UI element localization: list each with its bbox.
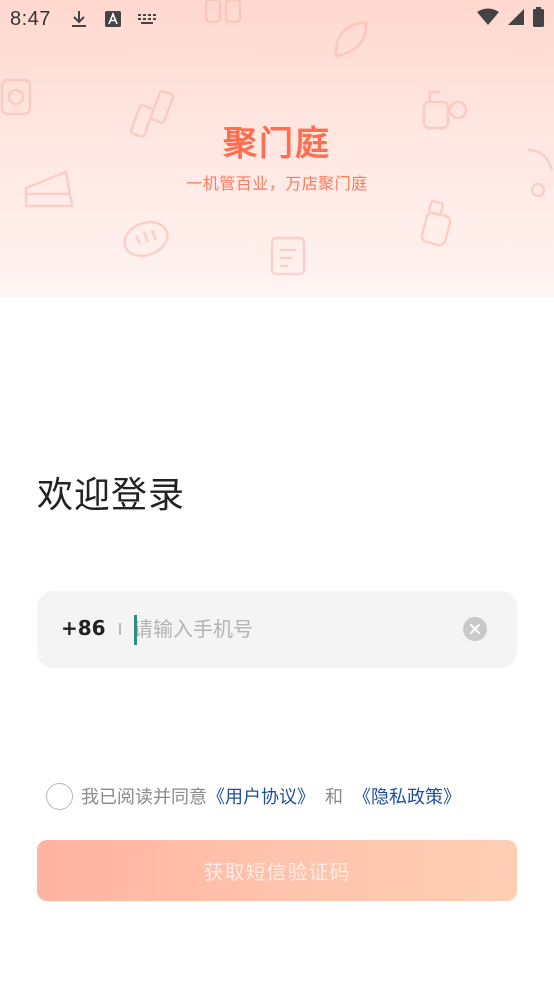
status-bar: 8:47 (0, 0, 554, 38)
wifi-icon (476, 7, 500, 27)
text-caret (134, 615, 137, 645)
brand-title: 聚门庭 (223, 124, 331, 164)
close-icon (470, 624, 480, 634)
phone-input[interactable] (133, 611, 443, 647)
bottle-icon (420, 199, 452, 247)
agree-prefix: 我已阅读并同意 (81, 787, 207, 808)
signal-icon (506, 7, 526, 27)
welcome-title: 欢迎登录 (37, 475, 186, 516)
keyboard-icon (137, 9, 157, 29)
phone-field[interactable]: +86 (37, 591, 517, 668)
status-icons-left (69, 9, 157, 29)
download-icon (69, 9, 89, 29)
brand-slogan: 一机管百业，万店聚门庭 (186, 174, 368, 193)
clear-input-button[interactable] (463, 617, 487, 641)
agree-checkbox[interactable] (46, 782, 73, 810)
agree-and: 和 (325, 787, 343, 808)
agreement-row: 我已阅读并同意 《用户协议》 和 《隐私政策》 (46, 781, 516, 811)
hero-fade (0, 268, 554, 298)
status-time: 8:47 (10, 7, 51, 30)
status-icons-right (476, 7, 544, 27)
camera-icon (0, 78, 32, 116)
country-code-divider (119, 623, 121, 635)
country-code-selector[interactable]: +86 (61, 616, 106, 640)
font-a-icon (103, 9, 123, 29)
privacy-policy-link[interactable]: 《隐私政策》 (353, 783, 461, 809)
user-agreement-link[interactable]: 《用户协议》 (207, 783, 315, 809)
bread-icon (123, 220, 169, 258)
get-sms-code-button[interactable]: 获取短信验证码 (37, 840, 517, 901)
battery-icon (532, 7, 544, 27)
hero-banner: 8:47 聚门庭 一机管百业，万店聚门庭 (0, 0, 554, 298)
login-screen: 8:47 聚门庭 一机管百业，万店聚门庭 欢迎登录 +86 请输入手机号 我已阅… (0, 0, 554, 984)
